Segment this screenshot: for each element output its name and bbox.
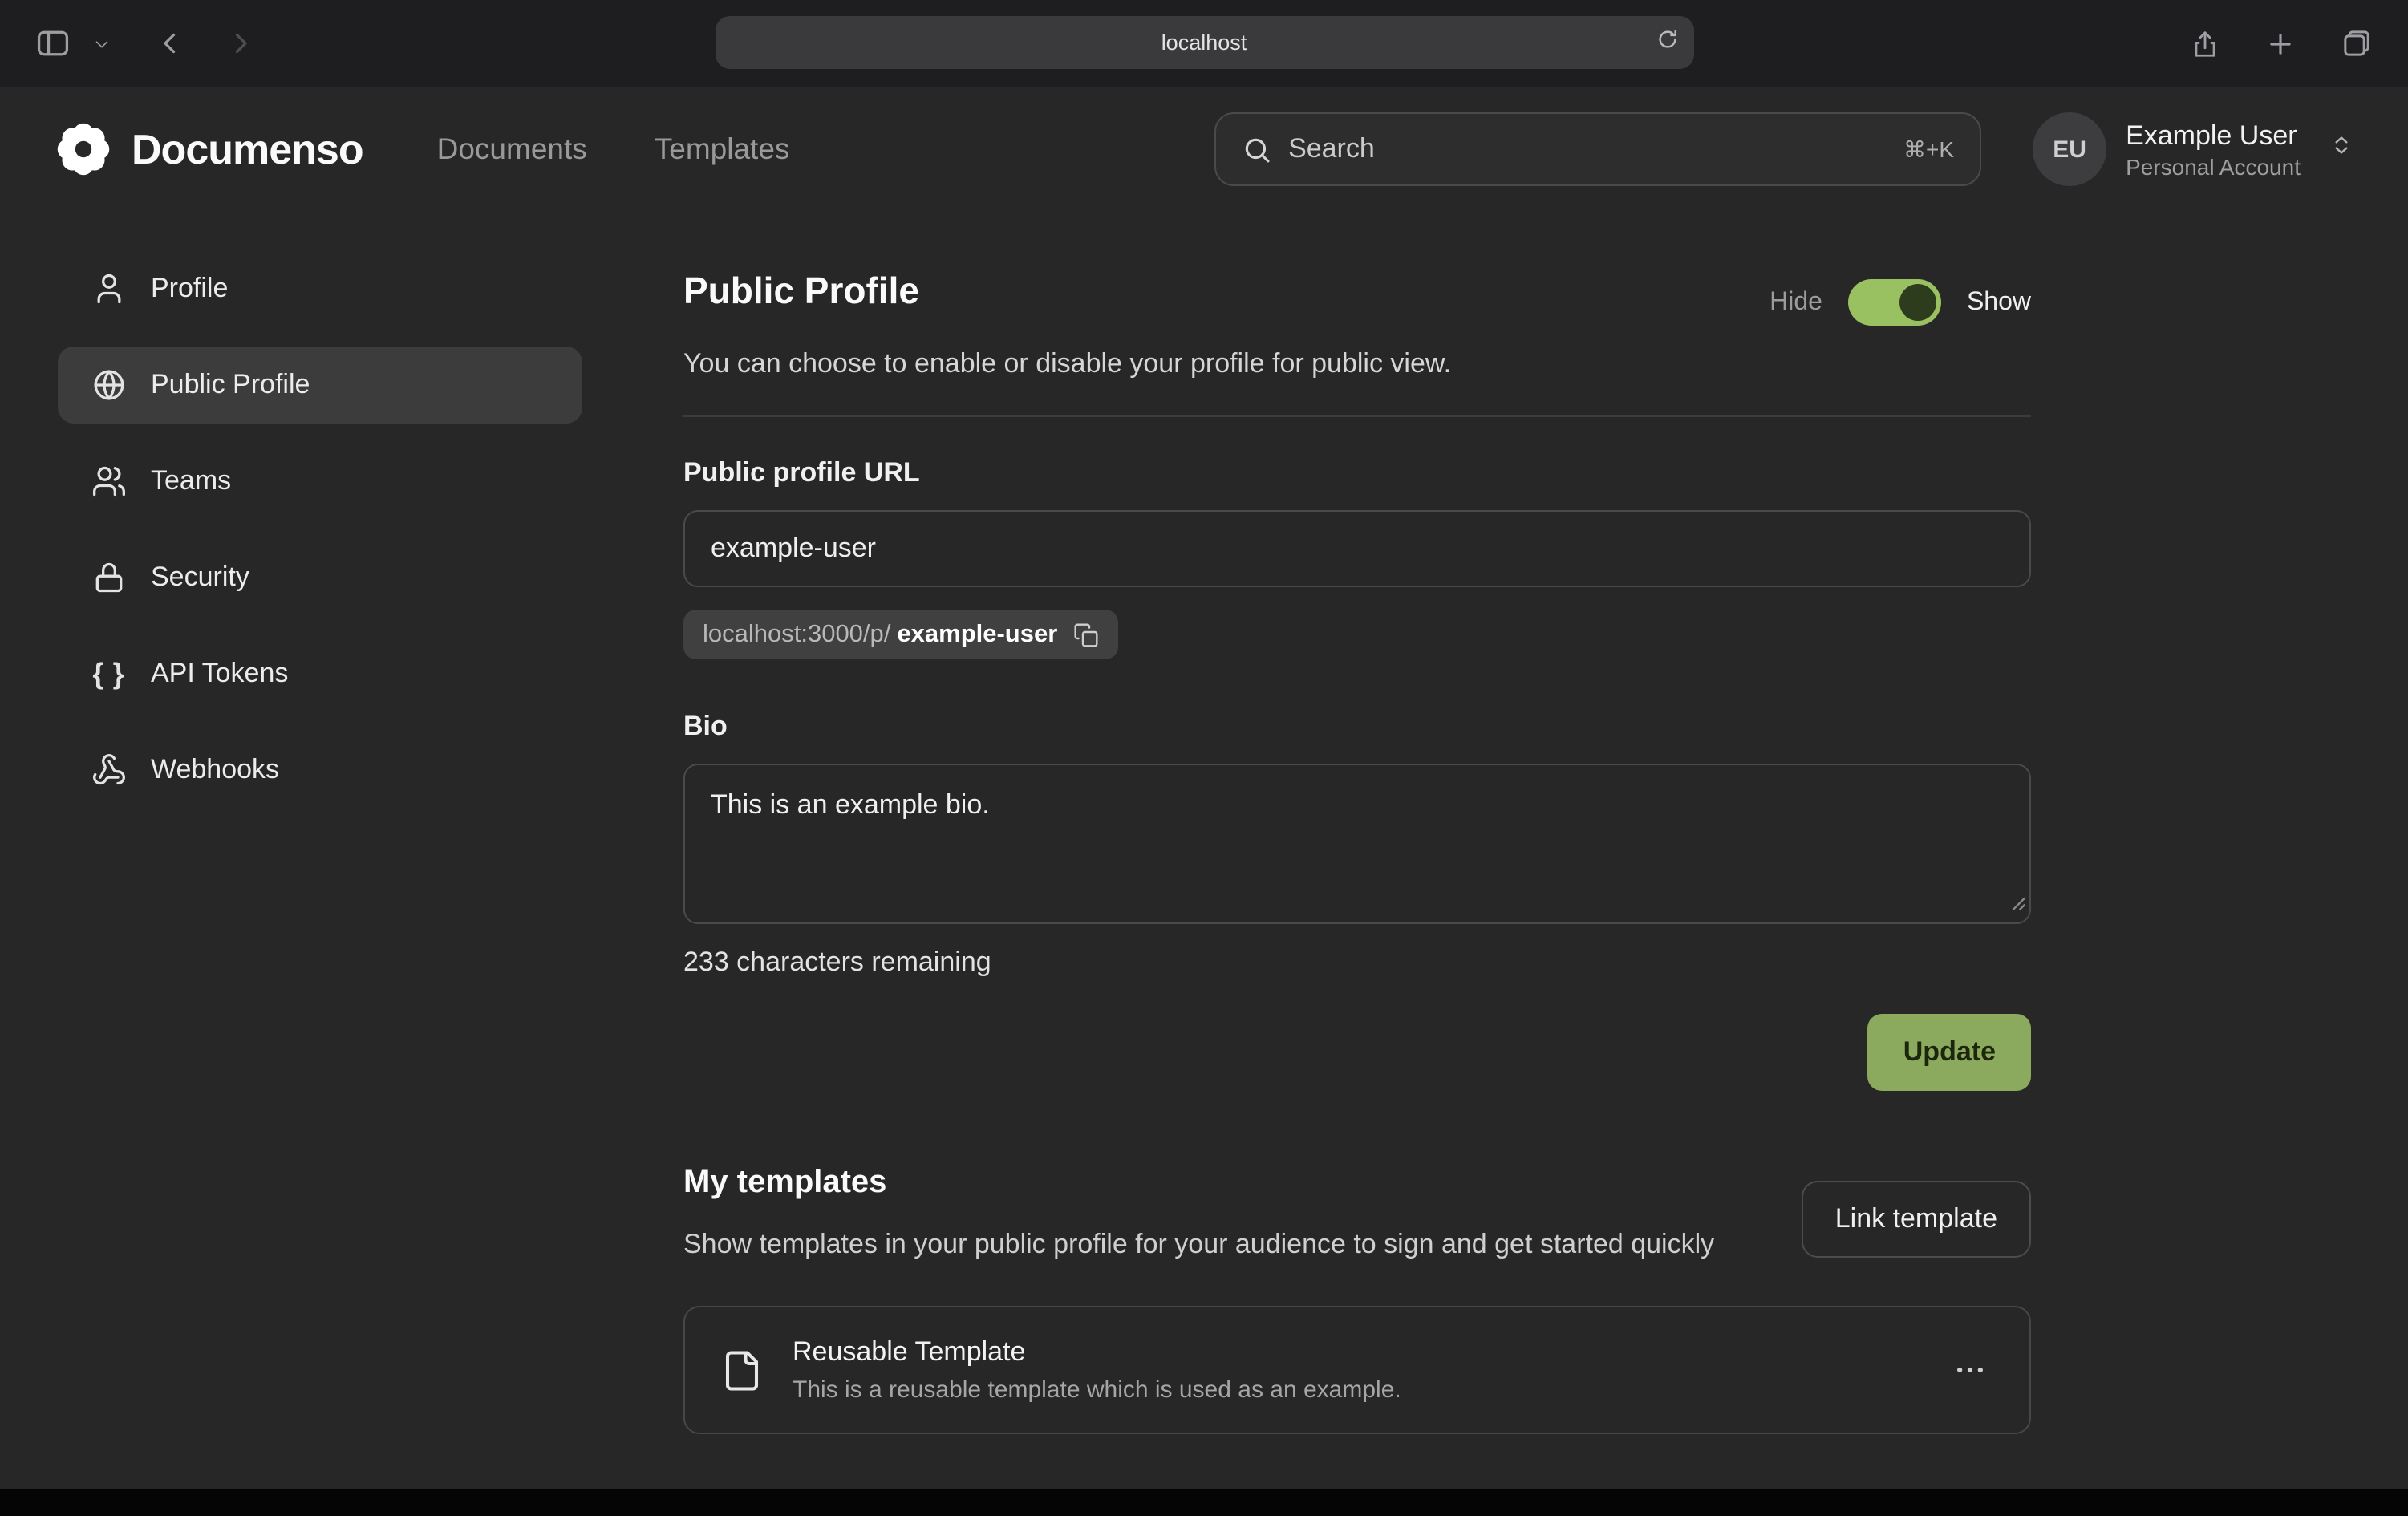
avatar: EU: [2033, 112, 2106, 186]
bio-textarea[interactable]: This is an example bio.: [683, 764, 2031, 924]
my-templates-description: Show templates in your public profile fo…: [683, 1224, 1714, 1267]
bio-field-wrap: This is an example bio.: [683, 764, 2031, 924]
account-type: Personal Account: [2126, 154, 2301, 180]
copy-icon[interactable]: [1073, 622, 1099, 647]
address-bar[interactable]: localhost: [715, 16, 1693, 69]
sidebar-item-security[interactable]: Security: [58, 539, 582, 616]
sidebar-item-label: Profile: [151, 273, 228, 305]
sidebar-item-label: Webhooks: [151, 754, 279, 786]
search-input[interactable]: [1288, 133, 1887, 165]
reload-icon[interactable]: [1655, 27, 1679, 51]
brand[interactable]: Documenso: [55, 120, 363, 178]
address-bar-url: localhost: [1161, 30, 1247, 55]
tabs-overview-icon[interactable]: [2334, 21, 2379, 66]
user-icon: [91, 271, 127, 306]
template-card-text: Reusable Template This is a reusable tem…: [793, 1337, 1917, 1405]
sidebar-item-label: Security: [151, 561, 249, 594]
sidebar-item-api-tokens[interactable]: { } API Tokens: [58, 635, 582, 712]
browser-chrome: localhost: [0, 0, 2408, 87]
sidebar-item-webhooks[interactable]: Webhooks: [58, 732, 582, 809]
top-nav: Documents Templates: [437, 132, 790, 167]
characters-remaining: 233 characters remaining: [683, 946, 2031, 979]
template-description: This is a reusable template which is use…: [793, 1377, 1917, 1405]
webhook-icon: [91, 752, 127, 788]
app-window: localhost: [0, 0, 2408, 1516]
search-icon: [1242, 134, 1272, 164]
globe-icon: [91, 367, 127, 403]
documenso-logo-icon: [55, 120, 112, 178]
profile-url-preview: localhost:3000/p/ example-user: [683, 610, 1118, 659]
template-card: Reusable Template This is a reusable tem…: [683, 1307, 2031, 1435]
sidebar-item-public-profile[interactable]: Public Profile: [58, 347, 582, 424]
ellipsis-icon[interactable]: [1946, 1347, 1994, 1395]
profile-url-prefix: localhost:3000/p/: [703, 620, 890, 649]
update-row: Update: [683, 1014, 2031, 1091]
title-row: Public Profile Hide Show: [683, 257, 2031, 326]
chevrons-up-down-icon: [2329, 133, 2353, 165]
lock-icon: [91, 560, 127, 595]
account-menu[interactable]: EU Example User Personal Account: [2033, 112, 2353, 186]
sidebar-item-teams[interactable]: Teams: [58, 443, 582, 520]
brand-name: Documenso: [132, 124, 363, 174]
divider: [683, 415, 2031, 417]
my-templates-text: My templates Show templates in your publ…: [683, 1165, 1714, 1267]
search-bar[interactable]: ⌘+K: [1214, 112, 1981, 186]
chevron-down-icon[interactable]: [87, 28, 117, 59]
new-tab-icon[interactable]: [2259, 22, 2302, 65]
bio-field-label: Bio: [683, 711, 2031, 743]
search-shortcut: ⌘+K: [1903, 136, 1954, 163]
visibility-toggle-group: Hide Show: [1770, 279, 2031, 326]
page-content: Profile Public Profile Teams Security: [0, 212, 2408, 1489]
file-icon: [720, 1349, 764, 1392]
browser-left-controls: [29, 19, 261, 67]
window-bottom-edge: [0, 1489, 2408, 1516]
nav-documents[interactable]: Documents: [437, 132, 587, 167]
settings-sidebar: Profile Public Profile Teams Security: [0, 212, 590, 1489]
history-arrows: [149, 22, 261, 64]
my-templates-title: My templates: [683, 1165, 1714, 1202]
nav-templates[interactable]: Templates: [655, 132, 790, 167]
forward-icon[interactable]: [220, 22, 261, 64]
toggle-knob: [1899, 284, 1936, 321]
account-name: Example User: [2126, 119, 2301, 154]
update-button[interactable]: Update: [1868, 1014, 2031, 1091]
app-header: Documenso Documents Templates ⌘+K EU Exa…: [0, 87, 2408, 212]
users-icon: [91, 464, 127, 499]
public-profile-settings: Public Profile Hide Show You can choose …: [683, 212, 2031, 1489]
sidebar-item-label: API Tokens: [151, 658, 288, 690]
page-subtitle: You can choose to enable or disable your…: [683, 348, 2031, 380]
back-icon[interactable]: [149, 22, 191, 64]
page-title: Public Profile: [683, 270, 919, 313]
share-icon[interactable]: [2183, 22, 2227, 65]
braces-icon: { }: [91, 657, 127, 691]
toggle-show-label: Show: [1967, 288, 2031, 317]
link-template-button[interactable]: Link template: [1802, 1181, 2031, 1258]
template-name: Reusable Template: [793, 1337, 1917, 1369]
my-templates-header: My templates Show templates in your publ…: [683, 1165, 2031, 1267]
browser-right-controls: [2183, 21, 2379, 66]
sidebar-item-label: Public Profile: [151, 369, 310, 401]
sidebar-item-label: Teams: [151, 465, 231, 497]
url-field-label: Public profile URL: [683, 457, 2031, 489]
visibility-toggle[interactable]: [1848, 279, 1941, 326]
account-labels: Example User Personal Account: [2126, 119, 2301, 180]
sidebar-item-profile[interactable]: Profile: [58, 250, 582, 327]
toggle-hide-label: Hide: [1770, 288, 1822, 317]
sidebar-toggle-icon[interactable]: [29, 19, 77, 67]
public-profile-url-input[interactable]: [683, 510, 2031, 587]
profile-url-slug: example-user: [897, 620, 1057, 649]
